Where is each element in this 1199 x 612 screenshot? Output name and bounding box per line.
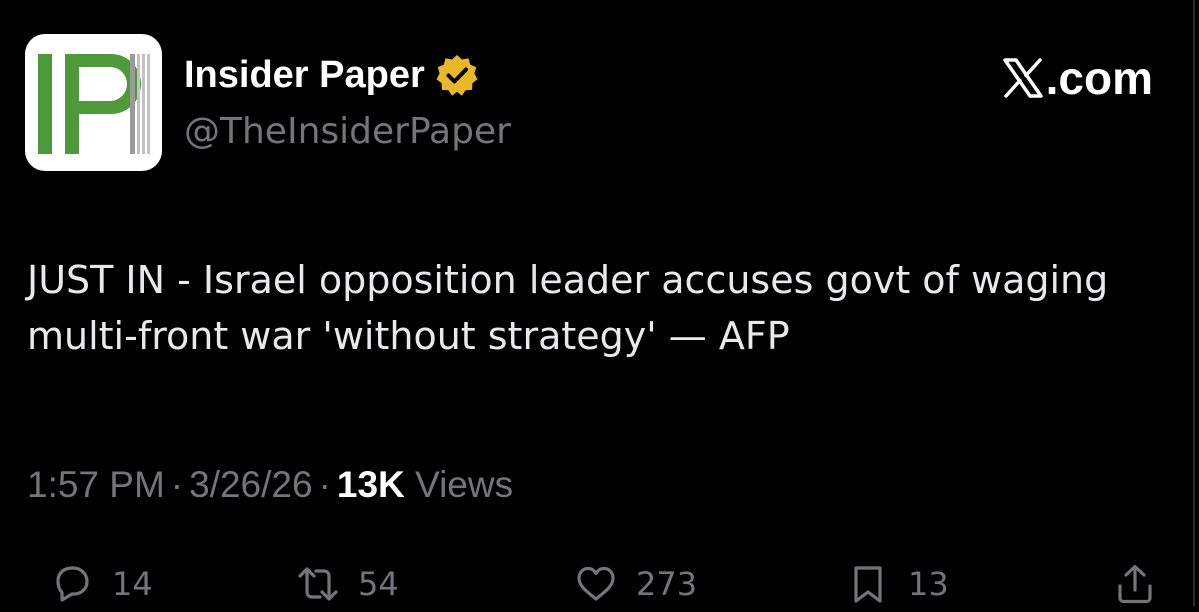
display-name[interactable]: Insider Paper (184, 50, 425, 100)
repost-count: 54 (358, 565, 399, 603)
bookmark-icon (854, 566, 882, 603)
right-edge-divider (1193, 0, 1195, 606)
verified-badge-icon (436, 55, 478, 96)
insider-paper-logo (38, 54, 150, 154)
name-row: Insider Paper (184, 50, 479, 100)
like-count: 273 (636, 565, 698, 603)
share-button[interactable] (1113, 556, 1157, 612)
x-com-watermark: .com (1002, 50, 1153, 106)
views-label[interactable]: Views (415, 464, 513, 505)
x-logo-icon (1002, 58, 1043, 98)
account-handle[interactable]: @TheInsiderPaper (184, 110, 511, 154)
bookmark-button[interactable]: 13 (846, 556, 949, 612)
watermark-text: .com (1045, 52, 1153, 104)
tweet-text: JUST IN - Israel opposition leader accus… (27, 258, 1109, 358)
bookmark-count: 13 (908, 565, 949, 603)
heart-icon (577, 566, 615, 601)
tweet-date[interactable]: 3/26/26 (189, 464, 312, 505)
reply-button[interactable]: 14 (50, 556, 153, 612)
repost-icon (298, 567, 338, 601)
action-bar: 14 54 273 13 (0, 556, 1199, 612)
reply-icon (56, 566, 89, 602)
avatar[interactable]: IP (25, 34, 162, 171)
repost-button[interactable]: 54 (296, 556, 399, 612)
meta-separator: · (170, 464, 184, 505)
reply-count: 14 (112, 565, 153, 603)
meta-separator: · (318, 464, 331, 505)
views-count[interactable]: 13K (337, 464, 405, 505)
tweet-time[interactable]: 1:57 PM (27, 464, 165, 505)
share-icon (1118, 564, 1152, 604)
tweet-meta: 1:57 PM · 3/26/26 · 13K Views (27, 462, 513, 508)
like-button[interactable]: 273 (574, 556, 697, 612)
